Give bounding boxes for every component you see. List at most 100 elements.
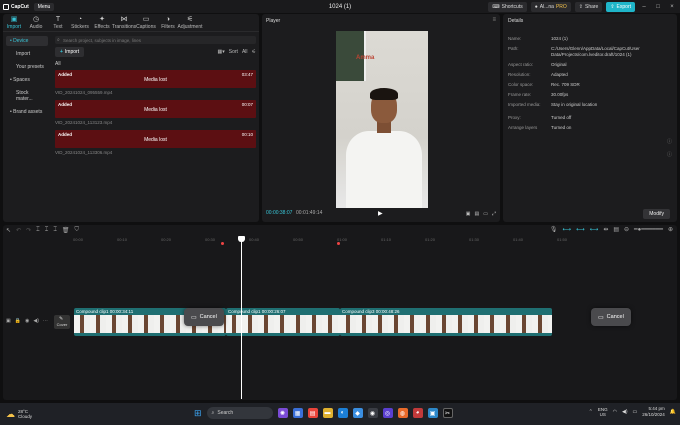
tool-adjustment[interactable]: ⚟ Adjustment [178, 14, 203, 31]
media-clip-thumbnail[interactable]: Added 00:10 Media lost [55, 130, 256, 148]
wifi-icon[interactable]: ◠ [613, 409, 617, 415]
proxy-info-icon[interactable]: ⓘ [667, 138, 672, 145]
timeline-ruler[interactable]: 00:00 00:10 00:20 00:30 00:40 00:50 01:0… [73, 236, 677, 244]
tool-captions[interactable]: ▭ Captions [135, 14, 157, 31]
weather-widget[interactable]: ☁ 28°C Cloudy [6, 409, 32, 420]
lock-icon[interactable]: 🔒 [15, 318, 21, 324]
zoom-slider[interactable]: ━●━━━━━━ [634, 226, 663, 233]
timeline-clip[interactable]: Compound clip1 00:00:26:07 [226, 308, 340, 336]
timeline-clip[interactable]: Compound clip3 00:00:48:26 [340, 308, 552, 336]
sidebar-item-brand-assets[interactable]: • Brand assets [6, 107, 48, 117]
split-icon[interactable]: ⌶ [36, 227, 40, 234]
tool-effects[interactable]: ✦ Effects [91, 14, 113, 31]
delete-icon[interactable]: 🗑 [62, 227, 70, 234]
store-icon[interactable]: ▤ [307, 408, 318, 418]
photos-icon[interactable]: ▣ [427, 408, 438, 418]
preview-axis-icon[interactable]: ⇹ [603, 226, 608, 233]
sidebar-item-device[interactable]: • Device [6, 36, 48, 46]
grid-view-icon[interactable]: ▦▾ [218, 49, 225, 55]
more-icon[interactable]: ⋯ [43, 318, 48, 324]
redo-icon[interactable]: ↷ [26, 227, 31, 234]
camera-icon[interactable]: ◉ [367, 408, 378, 418]
main-track-magnet-icon[interactable]: ⟷ [562, 226, 571, 233]
caption-icon[interactable]: ▤ [613, 226, 619, 233]
edge-icon[interactable]: ◐ [337, 408, 348, 418]
video-preview[interactable]: Amma [336, 31, 428, 208]
tool-filters[interactable]: ◑ Filters [157, 14, 179, 31]
minimize-icon[interactable]: – [639, 4, 649, 10]
zoom-out-icon[interactable]: ⊖ [624, 226, 629, 233]
linkage-icon[interactable]: ⟷ [590, 226, 599, 233]
undo-icon[interactable]: ↶ [16, 227, 21, 234]
dropbox-icon[interactable]: ◆ [352, 408, 363, 418]
close-icon[interactable]: × [667, 4, 677, 10]
viber-icon[interactable]: ◎ [382, 408, 393, 418]
import-button[interactable]: + Import [55, 47, 85, 57]
quality-icon[interactable]: ▣ [466, 211, 471, 217]
maximize-icon[interactable]: □ [653, 4, 663, 10]
export-button[interactable]: ⇧ Export [606, 1, 635, 12]
chevron-up-icon[interactable]: ⌃ [589, 409, 593, 415]
volume-icon[interactable]: ◀) [622, 409, 628, 415]
menu-icon[interactable]: ≡ [492, 17, 496, 23]
firefox-icon[interactable]: ◍ [397, 408, 408, 418]
modify-button[interactable]: Modify [643, 209, 670, 219]
share-button[interactable]: ⇪ Share [574, 1, 603, 12]
microphone-icon[interactable]: 🎙 [550, 226, 558, 233]
media-clip[interactable]: Added 00:10 Media lost VID_20241024_1133… [55, 130, 256, 157]
media-clip-thumbnail[interactable]: Added 03:47 Media lost [55, 70, 256, 88]
sidebar-item-spaces[interactable]: • Spaces [6, 75, 48, 85]
tool-audio[interactable]: ◷ Audio [25, 14, 47, 31]
split-right-icon[interactable]: ⌶ [53, 227, 57, 234]
user-account-button[interactable]: ● Al...na PRO [530, 1, 571, 12]
windows-start-icon[interactable]: ⊞ [194, 408, 202, 419]
tool-text[interactable]: T Text [47, 14, 69, 31]
task-view-icon[interactable]: ▦ [292, 408, 303, 418]
tool-transitions[interactable]: ⋈ Transitions [112, 14, 136, 31]
ruler-tick: 00:10 [117, 237, 128, 242]
shortcuts-button[interactable]: ⌨ Shortcuts [488, 1, 527, 12]
copilot-icon[interactable]: ✺ [277, 408, 288, 418]
shield-icon[interactable]: ⛉ [75, 227, 80, 234]
eye-icon[interactable]: ◉ [25, 318, 29, 324]
tool-stickers[interactable]: ◔ Stickers [69, 14, 91, 31]
media-clip[interactable]: Added 00:07 Media lost VID_20241024_1131… [55, 100, 256, 127]
timeline-marker[interactable] [221, 242, 224, 245]
media-clip-thumbnail[interactable]: Added 00:07 Media lost [55, 100, 256, 118]
chrome-icon[interactable]: ◕ [412, 408, 423, 418]
menu-button[interactable]: Menu [33, 2, 55, 11]
arrange-layers-info-icon[interactable]: ⓘ [667, 151, 672, 158]
split-left-icon[interactable]: ⌶ [45, 227, 49, 234]
fullscreen-icon[interactable]: ⤢ [492, 211, 496, 217]
file-explorer-icon[interactable]: ▬ [322, 408, 333, 418]
playhead[interactable] [241, 237, 242, 399]
audio-icon[interactable]: ◀) [33, 318, 39, 324]
sidebar-item-your-presets[interactable]: Your presets [6, 62, 48, 72]
tool-import[interactable]: ▣ Import [3, 14, 25, 31]
media-clip[interactable]: Added 03:47 Media lost VID_20241024_0955… [55, 70, 256, 97]
media-search-input[interactable]: ⌕ Search project, subjects in image, lin… [55, 36, 256, 44]
cover-button[interactable]: ✎ Cover [54, 315, 70, 329]
cancel-button[interactable]: ▭ Cancel [184, 308, 224, 326]
timeline-marker[interactable] [337, 242, 340, 245]
select-cursor-icon[interactable]: ↖ [6, 227, 11, 234]
sort-button[interactable]: Sort [229, 49, 238, 55]
capcut-app-icon[interactable]: ✂ [442, 408, 453, 418]
play-icon[interactable]: ▶ [378, 210, 383, 217]
language-indicator[interactable]: ENG US [598, 407, 608, 418]
clock[interactable]: 5:44 pm 26/10/2024 [642, 406, 665, 418]
notification-icon[interactable]: 🔔 [670, 409, 676, 415]
cancel-button[interactable]: ▭ Cancel [591, 308, 631, 326]
sidebar-item-stock[interactable]: Stock mater... [6, 88, 48, 104]
zoom-in-icon[interactable]: ⊕ [668, 226, 673, 233]
aspect-ratio-icon[interactable]: ▭ [483, 211, 488, 217]
battery-icon[interactable]: ▭ [633, 409, 638, 415]
filter-all-button[interactable]: All [242, 49, 248, 55]
sidebar-item-import[interactable]: Import [6, 49, 48, 59]
ruler-tick: 00:00 [73, 237, 84, 242]
track-toggle-icon[interactable]: ▣ [6, 318, 11, 324]
filter-icon[interactable]: ⚟ [252, 49, 256, 55]
auto-snap-icon[interactable]: ⟷ [576, 226, 585, 233]
ratio-icon[interactable]: ▤ [475, 211, 480, 217]
taskbar-search[interactable]: ⌕ Search [206, 407, 273, 419]
